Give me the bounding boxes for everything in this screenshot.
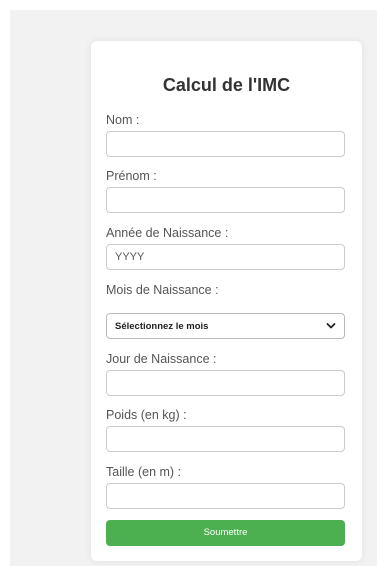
poids-label: Poids (en kg) : — [106, 408, 187, 422]
annee-naissance-label: Année de Naissance : — [106, 226, 229, 240]
nom-input[interactable] — [106, 131, 345, 157]
mois-naissance-label: Mois de Naissance : — [106, 283, 219, 297]
mois-naissance-select[interactable]: Sélectionnez le mois — [106, 313, 345, 339]
taille-label: Taille (en m) : — [106, 465, 182, 479]
bmi-form-card: Calcul de l'IMC Nom : Prénom : Année de … — [91, 41, 362, 561]
prenom-label: Prénom : — [106, 169, 157, 183]
mois-naissance-selected-value: Sélectionnez le mois — [115, 320, 209, 332]
form-title: Calcul de l'IMC — [162, 75, 291, 95]
prenom-input[interactable] — [106, 187, 345, 213]
nom-label: Nom : — [106, 113, 140, 127]
annee-naissance-input[interactable] — [106, 244, 345, 270]
page-background: Calcul de l'IMC Nom : Prénom : Année de … — [10, 10, 377, 566]
jour-naissance-label: Jour de Naissance : — [106, 352, 217, 366]
poids-input[interactable] — [106, 426, 345, 452]
taille-input[interactable] — [106, 483, 345, 509]
chevron-down-icon — [326, 321, 336, 331]
jour-naissance-input[interactable] — [106, 370, 345, 396]
submit-button[interactable]: Soumettre — [106, 520, 345, 546]
